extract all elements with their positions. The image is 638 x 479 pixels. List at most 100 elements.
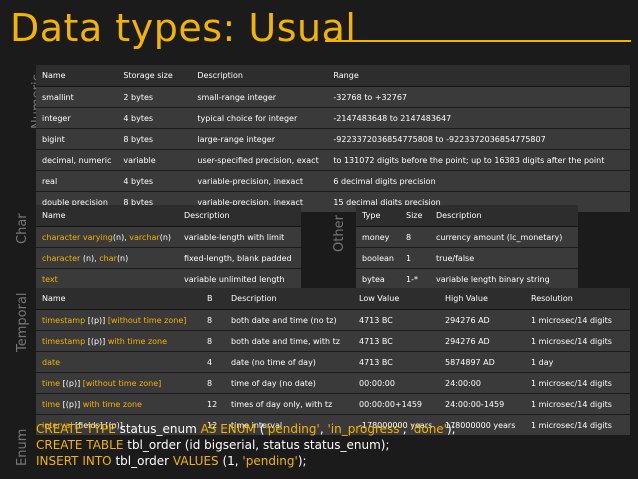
table-row: boolean 1 true/false [356, 247, 578, 269]
type-range: -2147483648 to 2147483647 [327, 107, 630, 129]
sql-string: 'done' [410, 422, 447, 436]
type-name: integer [36, 107, 118, 129]
type-name: smallint [36, 86, 118, 108]
low-value: 4713 BC [353, 330, 439, 352]
type-keyword: varchar [129, 232, 160, 242]
sql-keyword: AS ENUM [200, 422, 256, 436]
type-modifier: (n) [116, 253, 129, 263]
type-modifier: [(p)] [60, 399, 83, 409]
table-row: time [(p)] [without time zone] 8 time of d… [36, 372, 630, 394]
byte-size: 12 [201, 393, 225, 415]
table-row: character (n), char(n) fixed-length, bla… [36, 247, 301, 269]
byte-size: 4 [201, 351, 225, 373]
resolution: 1 microsec/14 digits [525, 372, 630, 394]
type-keyword: timestamp [42, 315, 86, 325]
numeric-types-table: Name Storage size Description Range smal… [36, 65, 630, 212]
table-row: bytea 1-* variable length binary string [356, 268, 578, 289]
table-header-row: Name Storage size Description Range [36, 65, 630, 87]
type-description: variable unlimited length [178, 268, 301, 289]
column-header: High Value [439, 288, 525, 310]
low-value: 00:00:00 [353, 372, 439, 394]
type-keyword: text [42, 274, 58, 284]
type-keyword: time [42, 378, 61, 388]
type-keyword: time [42, 399, 61, 409]
type-description: times of day only, with tz [225, 393, 353, 415]
type-name: real [36, 170, 118, 192]
byte-size: 8 [201, 372, 225, 394]
type-description: large-range integer [191, 128, 328, 150]
table-row: money 8 currency amount (lc_monetary) [356, 226, 578, 248]
code-line: CREATE TABLE tbl_order (id bigserial, st… [36, 437, 456, 453]
type-keyword: [without time zone] [107, 315, 187, 325]
section-label-temporal: Temporal [15, 292, 30, 352]
type-keyword: [without time zone] [82, 378, 162, 388]
type-size: 1-* [400, 268, 430, 289]
sql-string: 'pending' [264, 422, 320, 436]
sql-keyword: INSERT INTO [36, 454, 112, 468]
type-keyword: character varying [42, 232, 113, 242]
type-description: time of day (no date) [225, 372, 353, 394]
section-label-char: Char [15, 213, 30, 244]
section-label-enum: Enum [15, 428, 30, 466]
byte-size: 8 [201, 309, 225, 331]
column-header: Description [191, 65, 328, 87]
column-header: Storage size [117, 65, 192, 87]
section-label-other: Other [332, 215, 347, 252]
sql-string: 'pending' [242, 454, 298, 468]
type-name: date [36, 351, 201, 373]
sql-keyword: VALUES [172, 454, 219, 468]
column-header: Name [36, 205, 178, 227]
type-name: bytea [356, 268, 400, 289]
char-types-table: Name Description character varying(n), v… [36, 205, 301, 289]
column-header: Resolution [525, 288, 630, 310]
column-header: Description [430, 205, 578, 227]
type-description: typical choice for integer [191, 107, 328, 129]
resolution: 1 microsec/14 digits [525, 309, 630, 331]
byte-size: 8 [201, 330, 225, 352]
type-name: character (n), char(n) [36, 247, 178, 269]
table-row: time [(p)] with time zone 12 times of day … [36, 393, 630, 415]
type-modifier: [(p)] [60, 378, 83, 388]
table-row: date 4 date (no time of day) 4713 BC 5874897… [36, 351, 630, 373]
type-description: true/false [430, 247, 578, 269]
table-row: bigint 8 bytes large-range integer -9223… [36, 128, 630, 150]
high-value: 24:00:00 [439, 372, 525, 394]
storage-size: 2 bytes [117, 86, 192, 108]
type-description: variable length binary string [430, 268, 578, 289]
sql-keyword: CREATE TYPE [36, 422, 116, 436]
low-value: 00:00:00+1459 [353, 393, 439, 415]
high-value: 24:00:00-1459 [439, 393, 525, 415]
type-size: 1 [400, 247, 430, 269]
type-name: character varying(n), varchar(n) [36, 226, 178, 248]
low-value: 4713 BC [353, 309, 439, 331]
type-modifier: [(p)] [85, 336, 108, 346]
table-row: timestamp [(p)] [without time zone] 8 both… [36, 309, 630, 331]
high-value: 294276 AD [439, 330, 525, 352]
type-name: decimal, numeric [36, 149, 118, 171]
other-types-table: Type Size Description money 8 currency a… [356, 205, 578, 289]
sql-text: status_enum [115, 422, 201, 436]
code-line: INSERT INTO tbl_order VALUES (1, 'pendin… [36, 453, 456, 469]
storage-size: variable [117, 149, 192, 171]
table-header-row: Name Description [36, 205, 301, 227]
column-header: Type [356, 205, 400, 227]
enum-code-block: CREATE TYPE status_enum AS ENUM ('pendin… [36, 421, 456, 469]
table-row: smallint 2 bytes small-range integer -32… [36, 86, 630, 108]
table-row: real 4 bytes variable-precision, inexact… [36, 170, 630, 192]
column-header: Name [36, 65, 118, 87]
type-keyword: with time zone [107, 336, 168, 346]
type-range: -9223372036854775808 to -922337203685477… [327, 128, 630, 150]
column-header: Name [36, 288, 201, 310]
type-keyword: timestamp [42, 336, 86, 346]
type-name: time [(p)] with time zone [36, 393, 201, 415]
resolution: 1 microsec/14 digits [525, 414, 630, 435]
type-range: -32768 to +32767 [327, 86, 630, 108]
sql-text: ); [297, 454, 307, 468]
resolution: 1 microsec/14 digits [525, 330, 630, 352]
table-row: timestamp [(p)] with time zone 8 both date… [36, 330, 630, 352]
type-description: both date and time (no tz) [225, 309, 353, 331]
table-row: text variable unlimited length [36, 268, 301, 289]
type-name: boolean [356, 247, 400, 269]
table-header-row: Name B Description Low Value High Value … [36, 288, 630, 310]
table-row: integer 4 bytes typical choice for integ… [36, 107, 630, 129]
